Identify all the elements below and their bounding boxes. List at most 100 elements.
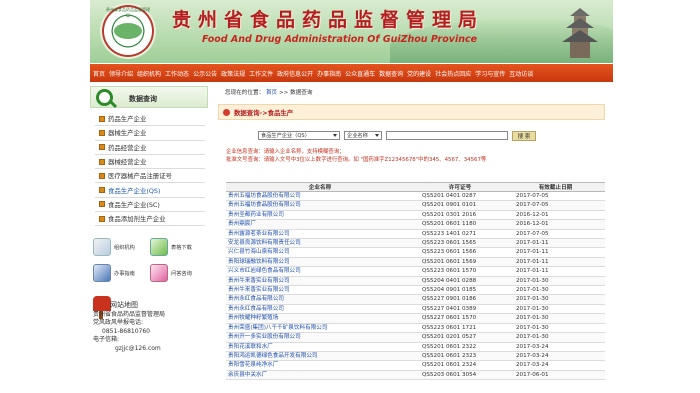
table-row: 贵州鼎宸厂 QS5201 0601 1180 2016-12-01 xyxy=(226,219,605,230)
license-number: QS5227 0601 1570 xyxy=(414,313,506,324)
quick-link-download[interactable]: 表格下载 xyxy=(150,235,205,259)
sidebar-menu-label: 食品生产企业(QS) xyxy=(108,186,161,195)
company-name-link[interactable]: 兴义市红岩绿色食品有限公司 xyxy=(226,266,414,277)
expiry-date: 2017-06-01 xyxy=(506,370,605,381)
expiry-date: 2016-12-01 xyxy=(506,210,605,221)
company-name-link[interactable]: 贵阳花溪联和水厂 xyxy=(226,342,414,352)
sidebar-menu-item[interactable]: 食品生产企业(SC) xyxy=(95,198,205,213)
expiry-date: 2017-03-24 xyxy=(506,342,605,352)
bullet-icon xyxy=(99,172,105,179)
company-name-link[interactable]: 贵州牧耀种籽繁殖场 xyxy=(226,313,414,324)
license-number: QS5204 0401 0288 xyxy=(414,276,506,287)
breadcrumb-home[interactable]: 首页 xyxy=(266,90,277,96)
company-name-link[interactable]: 贵州永红食品有限公司 xyxy=(226,294,414,305)
sidebar-menu-item[interactable]: 药品经营企业 xyxy=(95,141,205,155)
license-number: QS5203 0601 3054 xyxy=(414,370,506,381)
quick-link-guide[interactable]: 办事指南 xyxy=(93,261,148,285)
nav-item[interactable]: 数据查询 xyxy=(379,69,403,78)
table-row: 贵州牛来香实业有限公司 QS5204 0401 0288 2017-01-30 xyxy=(226,276,605,287)
download-icon xyxy=(150,238,168,256)
field-select[interactable]: 企业名称 xyxy=(344,131,382,140)
company-name-link[interactable]: 贵州荣盛(集团)八千千矿泉饮料有限公司 xyxy=(226,323,414,334)
company-name-link[interactable]: 贵阳雪花泉纯净水厂 xyxy=(226,360,414,371)
nav-item[interactable]: 学习与宣传 xyxy=(475,69,505,78)
expiry-date: 2017-01-30 xyxy=(506,294,605,305)
company-name-link[interactable]: 贵州牛来香实业有限公司 xyxy=(226,276,414,287)
company-name-link[interactable]: 贵州永红食品有限公司 xyxy=(226,304,414,315)
license-number: QS5201 0201 0527 xyxy=(414,332,506,343)
sidebar: 数据查询 药品生产企业 器械生产企业 药品经营企业 器械经营企业 医疗器械产品注册证号食… xyxy=(90,86,208,393)
nav-item[interactable]: 党的建设 xyxy=(407,69,431,78)
company-name-link[interactable]: 贵州牛来香实业有限公司 xyxy=(226,285,414,296)
sidebar-menu-item[interactable]: 器械生产企业 xyxy=(95,126,205,141)
quick-link-qa[interactable]: 问答咨询 xyxy=(150,261,205,285)
expiry-date: 2017-03-24 xyxy=(506,351,605,362)
sidebar-menu-label: 器械经营企业 xyxy=(108,158,147,167)
nav-item[interactable]: 公众直通车 xyxy=(345,69,375,78)
company-name-link[interactable]: 贵阳球瑞融饮料有限公司 xyxy=(226,257,414,268)
nav-item[interactable]: 工作文件 xyxy=(249,69,273,78)
license-number: QS5201 0301 2016 xyxy=(414,210,506,221)
sidebar-menu-label: 食品添加剂生产企业 xyxy=(108,215,166,224)
expiry-date: 2017-01-30 xyxy=(506,285,605,296)
search-input[interactable] xyxy=(386,131,508,140)
license-number: QS5201 0601 2322 xyxy=(414,342,506,352)
search-hints: 企业信息查询：请输入企业名称，支持模糊查询； 批准文号查询：请输入文号中3位以上… xyxy=(226,148,486,164)
nav-item[interactable]: 组织机构 xyxy=(137,69,161,78)
sidebar-menu-item[interactable]: 医疗器械产品注册证号 xyxy=(95,169,205,184)
site-map-link[interactable]: 网站地图 xyxy=(110,300,138,310)
nav-item[interactable]: 社会热点回应 xyxy=(435,69,471,78)
nav-item[interactable]: 首页 xyxy=(93,69,105,78)
table-row: 贵州圣都药业有限公司 QS5201 0301 2016 2016-12-01 xyxy=(226,210,605,221)
table-header-row: 企业名称 许可证号 有效截止日期 xyxy=(226,182,605,192)
company-name-link[interactable]: 贵州开一多实业股份有限公司 xyxy=(226,332,414,343)
section-title: 数据查询->食品生产 xyxy=(234,109,294,117)
sidebar-menu-item[interactable]: 食品生产企业(QS) xyxy=(95,183,205,198)
company-name-link[interactable]: 贵州鼎宸厂 xyxy=(226,219,414,230)
quick-link-org[interactable]: 组织机构 xyxy=(93,235,148,259)
license-number: QS5223 1401 0271 xyxy=(414,229,506,240)
license-number: QS5201 0601 2324 xyxy=(414,360,506,371)
company-name-link[interactable]: 贵州五福坊食品股份有限公司 xyxy=(226,191,414,202)
sidebar-menu-label: 药品生产企业 xyxy=(108,115,147,124)
nav-item[interactable]: 公示公告 xyxy=(193,69,217,78)
nav-item[interactable]: 办事指南 xyxy=(317,69,341,78)
company-name-link[interactable]: 贵州五福坊食品股份有限公司 xyxy=(226,200,414,211)
qa-icon xyxy=(150,264,168,282)
table-row: 贵州荣盛(集团)八千千矿泉饮料有限公司 QS5223 0601 1721 2017-… xyxy=(226,323,605,334)
license-number: QS5227 0401 0389 xyxy=(414,304,506,315)
bullet-icon xyxy=(99,215,105,222)
company-name-link[interactable]: 安龙县良源饮料有限责任公司 xyxy=(226,238,414,249)
company-name-link[interactable]: 贵州露源茗茶业有限公司 xyxy=(226,229,414,240)
nav-item[interactable]: 领导介绍 xyxy=(109,69,133,78)
company-name-link[interactable]: 余庆县中关水厂 xyxy=(226,370,414,381)
expiry-date: 2017-01-30 xyxy=(506,332,605,343)
expiry-date: 2017-01-30 xyxy=(506,276,605,287)
contact-line[interactable]: gzjjc@126.com xyxy=(93,345,205,353)
contact-line: 0851-86810760 xyxy=(102,327,150,335)
magnifier-icon xyxy=(96,89,113,106)
org-icon xyxy=(93,238,111,256)
agency-logo[interactable]: 贵州省食品药品监督管理局 xyxy=(100,3,156,59)
results-table: 企业名称 许可证号 有效截止日期 贵州五福坊食品股份有限公司 QS5201 040… xyxy=(226,182,605,381)
category-select[interactable]: 食品生产企业（QS） xyxy=(258,131,340,140)
sidebar-menu-item[interactable]: 药品生产企业 xyxy=(95,112,205,127)
company-name-link[interactable]: 兴仁县竹海山泉有限公司 xyxy=(226,247,414,258)
contact-line: 党风政风举报电话: xyxy=(93,319,144,327)
sidebar-menu-item[interactable]: 食品添加剂生产企业 xyxy=(95,212,205,227)
bullet-icon xyxy=(223,109,230,116)
table-row: 贵州永红食品有限公司 QS5227 0901 0186 2017-01-30 xyxy=(226,294,605,305)
company-name-link[interactable]: 贵阳鸿运凯德绿色食品开发有限公司 xyxy=(226,351,414,362)
nav-item[interactable]: 互动访谈 xyxy=(509,69,533,78)
nav-item[interactable]: 工作动态 xyxy=(165,69,189,78)
expiry-date: 2017-03-24 xyxy=(506,360,605,371)
nav-item[interactable]: 政府信息公开 xyxy=(277,69,313,78)
company-name-link[interactable]: 贵州圣都药业有限公司 xyxy=(226,210,414,221)
nav-item[interactable]: 政策法规 xyxy=(221,69,245,78)
expiry-date: 2017-01-30 xyxy=(506,304,605,315)
sidebar-menu-item[interactable]: 器械经营企业 xyxy=(95,155,205,170)
breadcrumb: 您现在的位置： 首页 >> 数据查询 xyxy=(225,88,312,96)
search-button[interactable]: 搜 索 xyxy=(512,130,536,141)
site-title-english: Food And Drug Administration Of GuiZhou … xyxy=(202,34,478,45)
breadcrumb-current[interactable]: 数据查询 xyxy=(290,90,312,96)
